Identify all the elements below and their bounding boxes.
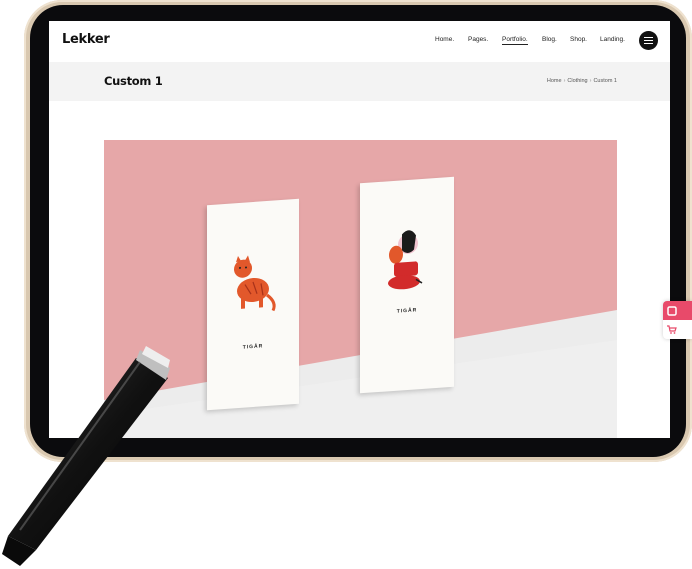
chevron-right-icon: › [563, 78, 566, 84]
card-label-tiger: TIGÅR [242, 343, 264, 351]
tiger-icon [234, 255, 276, 312]
site-logo[interactable]: Lekker [62, 32, 110, 47]
nav-item-portfolio[interactable]: Portfolio. [502, 36, 528, 45]
hamburger-icon [644, 37, 653, 39]
fullscreen-button[interactable] [663, 301, 692, 320]
nav-item-shop[interactable]: Shop. [570, 36, 587, 43]
nav-item-home[interactable]: Home. [435, 36, 454, 43]
woman-with-cat-icon [388, 230, 423, 290]
fullscreen-icon [667, 306, 677, 316]
breadcrumb: Home › Clothing › Custom 1 [547, 78, 617, 84]
nav-item-pages[interactable]: Pages. [468, 36, 488, 43]
nav-item-landing[interactable]: Landing. [600, 36, 625, 43]
hamburger-icon-line [644, 43, 653, 45]
stylus-pen [2, 346, 170, 566]
page-title-bar: Custom 1 Home › Clothing › Custom 1 [49, 62, 670, 101]
chevron-right-icon: › [589, 78, 592, 84]
breadcrumb-clothing[interactable]: Clothing [567, 78, 587, 84]
breadcrumb-current: Custom 1 [593, 78, 617, 84]
hamburger-icon-line [644, 40, 653, 42]
business-card-woman: TIGÅR [360, 176, 454, 394]
business-card-tiger: TIGÅR [207, 198, 299, 411]
site-header: Lekker Home. Pages. Portfolio. Blog. Sho… [49, 21, 670, 62]
hamburger-menu-button[interactable] [639, 31, 658, 50]
page-title: Custom 1 [104, 74, 163, 88]
side-widget [663, 301, 692, 339]
card-label-woman: TIGÅR [396, 307, 418, 315]
breadcrumb-home[interactable]: Home [547, 78, 562, 84]
nav-item-blog[interactable]: Blog. [542, 36, 557, 43]
cart-button[interactable] [663, 320, 692, 339]
cart-icon [667, 325, 677, 334]
